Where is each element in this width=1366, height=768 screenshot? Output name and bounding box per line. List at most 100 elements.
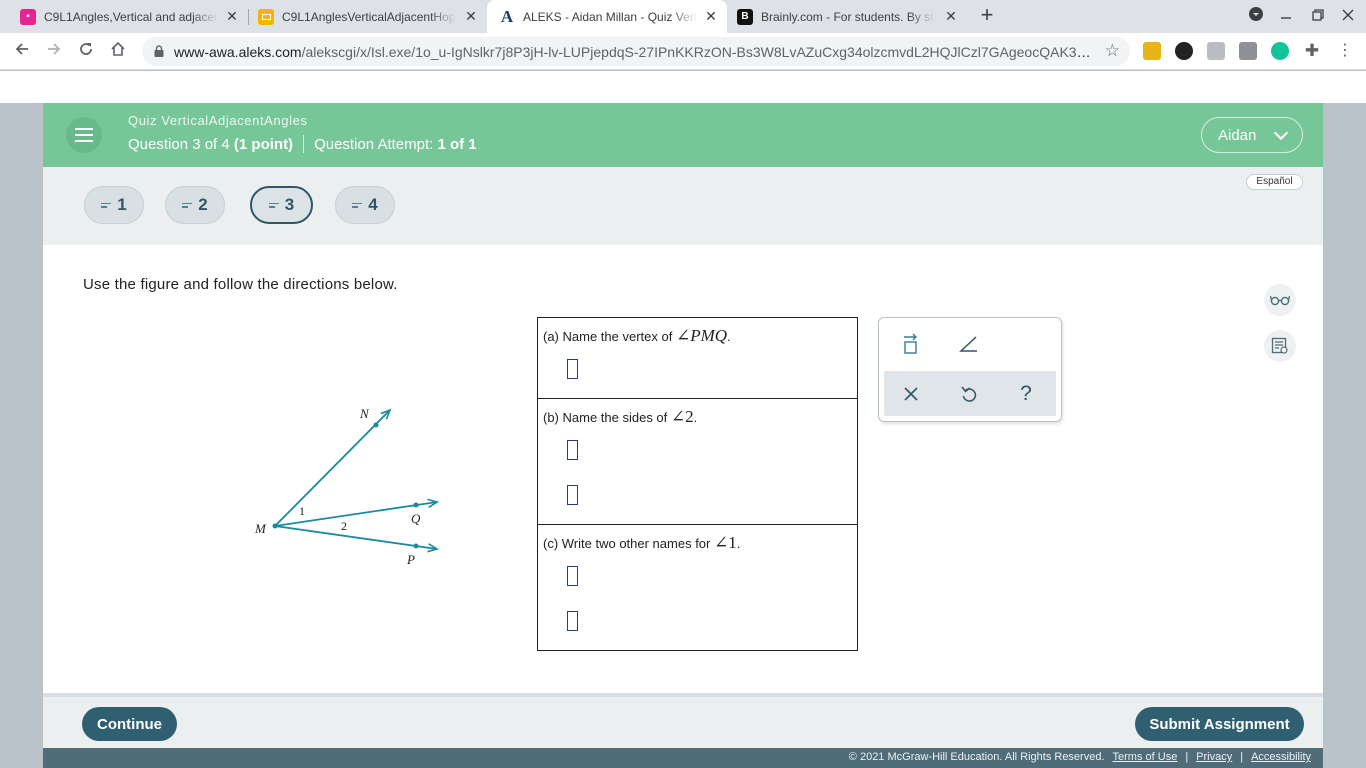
extension-icon[interactable] <box>1207 42 1225 60</box>
question-number: Question 3 of 4 <box>128 135 230 153</box>
continue-button[interactable]: Continue <box>82 707 177 741</box>
part-b-prompt: (b) Name the sides of ∠2. <box>543 407 698 426</box>
question-2-button[interactable]: 2 <box>165 186 225 224</box>
answer-input-c2[interactable] <box>567 611 578 631</box>
tab-title: C9L1AnglesVerticalAdjacentHopkins <box>282 9 456 24</box>
ray-icon[interactable] <box>891 324 931 364</box>
answer-input-b2[interactable] <box>567 485 578 505</box>
submit-assignment-button[interactable]: Submit Assignment <box>1135 707 1304 741</box>
quiz-title: Quiz VerticalAdjacentAngles <box>128 113 308 128</box>
terms-link[interactable]: Terms of Use <box>1113 751 1178 763</box>
question-info: Question 3 of 4 (1 point) Question Attem… <box>128 135 477 153</box>
browser-tab-strip: ▪ C9L1Angles,Vertical and adjacent ✕ C9L… <box>0 0 1366 33</box>
question-4-button[interactable]: 4 <box>335 186 395 224</box>
user-menu-button[interactable]: Aidan <box>1201 117 1303 153</box>
menu-icon[interactable] <box>66 117 102 153</box>
close-icon[interactable]: ✕ <box>703 8 719 24</box>
question-label: 4 <box>368 195 378 214</box>
label-p: P <box>406 552 415 567</box>
tab-search-icon[interactable] <box>1246 6 1266 26</box>
question-3-button[interactable]: 3 <box>250 186 313 224</box>
extensions-puzzle-icon[interactable]: ✚ <box>1303 42 1321 60</box>
answer-input-a[interactable] <box>567 359 578 379</box>
browser-tab-2[interactable]: C9L1AnglesVerticalAdjacentHopkins ✕ <box>240 0 487 33</box>
aleks-icon: A <box>500 6 514 26</box>
list-icon <box>268 201 279 210</box>
home-icon[interactable] <box>106 39 130 63</box>
part-a-math: PMQ <box>690 326 728 345</box>
angle-icon[interactable] <box>949 324 989 364</box>
close-icon[interactable]: ✕ <box>943 8 959 24</box>
palette-top-row <box>879 318 1061 368</box>
clear-icon[interactable] <box>891 374 931 414</box>
close-icon[interactable]: ✕ <box>463 8 479 24</box>
extension-icon[interactable] <box>1239 42 1257 60</box>
close-icon[interactable]: ✕ <box>224 8 240 24</box>
ray-mp <box>274 525 439 553</box>
point-m <box>272 523 278 529</box>
attempt-label: Question Attempt: <box>314 135 434 153</box>
part-b: (b) Name the sides of ∠2. <box>538 399 857 525</box>
list-icon <box>352 201 363 210</box>
bookmark-star-icon[interactable]: ☆ <box>1105 42 1120 60</box>
accessibility-link[interactable]: Accessibility <box>1251 751 1311 763</box>
minimize-icon[interactable] <box>1276 6 1296 26</box>
ray-mn <box>274 408 392 527</box>
worksheet-icon[interactable] <box>1264 330 1296 362</box>
classroom-assignment-icon: ▪ <box>20 8 36 25</box>
back-icon[interactable] <box>10 39 34 63</box>
privacy-link[interactable]: Privacy <box>1196 751 1232 763</box>
instructions-text: Use the figure and follow the directions… <box>83 276 398 293</box>
undo-icon[interactable] <box>949 374 989 414</box>
browser-tab-4[interactable]: B Brainly.com - For students. By student… <box>727 0 967 33</box>
tab-title: ALEKS - Aidan Millan - Quiz Vertical <box>523 9 697 24</box>
label-angle-2: 2 <box>341 519 347 533</box>
glasses-icon[interactable] <box>1264 284 1296 316</box>
point-n <box>373 422 379 428</box>
dark-mode-extension-icon[interactable] <box>1175 42 1193 60</box>
question-label: 1 <box>117 195 127 214</box>
question-1-button[interactable]: 1 <box>84 186 144 224</box>
list-icon <box>101 201 112 210</box>
quiz-header: Quiz VerticalAdjacentAngles Question 3 o… <box>43 103 1323 167</box>
lock-icon[interactable] <box>154 45 164 57</box>
label-q: Q <box>411 511 421 526</box>
new-tab-icon[interactable]: + <box>976 4 998 27</box>
close-window-icon[interactable] <box>1338 6 1358 26</box>
copyright-text: © 2021 McGraw-Hill Education. All Rights… <box>848 751 1105 763</box>
address-bar[interactable]: www-awa.aleks.com/alekscgi/x/Isl.exe/1o_… <box>142 37 1130 66</box>
browser-tab-1[interactable]: ▪ C9L1Angles,Vertical and adjacent ✕ <box>0 0 248 33</box>
tab-title: C9L1Angles,Vertical and adjacent <box>44 9 218 24</box>
restore-icon[interactable] <box>1308 6 1328 26</box>
grammarly-icon[interactable] <box>1271 42 1289 60</box>
browser-menu-icon[interactable]: ⋮ <box>1336 42 1354 60</box>
part-b-math: 2 <box>685 407 694 426</box>
label-n: N <box>359 406 370 421</box>
part-a-prompt: (a) Name the vertex of ∠PMQ. <box>543 326 731 345</box>
answer-input-b1[interactable] <box>567 440 578 460</box>
question-navigator: 1 2 3 4 Español <box>43 167 1323 245</box>
label-m: M <box>254 521 267 536</box>
chevron-down-icon <box>1273 125 1289 141</box>
part-c-prompt: (c) Write two other names for ∠1. <box>543 533 741 552</box>
action-bar: Continue Submit Assignment <box>43 693 1323 748</box>
help-icon[interactable]: ? <box>1006 374 1046 414</box>
answer-input-c1[interactable] <box>567 566 578 586</box>
url-text: www-awa.aleks.com/alekscgi/x/Isl.exe/1o_… <box>174 44 1094 60</box>
aleks-quiz-page: Quiz VerticalAdjacentAngles Question 3 o… <box>43 103 1323 768</box>
divider <box>303 135 305 153</box>
reload-icon[interactable] <box>74 39 98 63</box>
google-classroom-extension-icon[interactable] <box>1143 42 1161 60</box>
browser-tab-3[interactable]: A ALEKS - Aidan Millan - Quiz Vertical ✕ <box>487 0 727 33</box>
footer-separator: | <box>1185 751 1189 763</box>
browser-toolbar: www-awa.aleks.com/alekscgi/x/Isl.exe/1o_… <box>0 33 1366 70</box>
page-top-whitespace <box>0 71 1366 103</box>
palette-bottom-row: ? <box>884 371 1056 416</box>
question-label: 3 <box>284 195 295 214</box>
espanol-button[interactable]: Español <box>1246 174 1303 190</box>
forward-icon[interactable] <box>42 39 66 63</box>
attempt-value: 1 of 1 <box>437 135 477 153</box>
footer-separator: | <box>1240 751 1244 763</box>
math-palette: ? <box>878 317 1062 422</box>
user-name: Aidan <box>1218 126 1257 144</box>
